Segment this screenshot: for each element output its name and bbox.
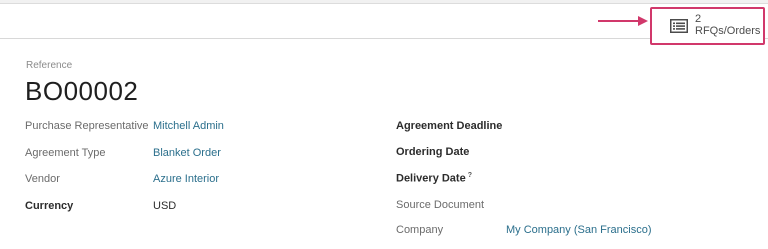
vendor-label: Vendor <box>25 173 60 185</box>
form-sheet: Reference BO00002 Purchase Representativ… <box>0 40 768 249</box>
currency-label: Currency <box>25 200 74 212</box>
company-label: Company <box>396 224 444 236</box>
purchase-representative-label: Purchase Representative <box>25 120 149 132</box>
agreement-type-label: Agreement Type <box>25 147 106 159</box>
list-icon <box>670 19 688 33</box>
reference-title: BO00002 <box>25 76 139 106</box>
agreement-deadline-field[interactable] <box>506 120 736 134</box>
delivery-date-label: Delivery Date? <box>396 172 472 185</box>
source-document-field[interactable] <box>506 199 736 213</box>
agreement-deadline-label: Agreement Deadline <box>396 120 503 132</box>
delivery-date-field[interactable] <box>506 172 736 186</box>
vendor-value[interactable]: Azure Interior <box>153 173 219 185</box>
source-document-label: Source Document <box>396 199 485 211</box>
smart-button-label: RFQs/Orders <box>695 25 761 37</box>
ordering-date-field[interactable] <box>506 146 736 160</box>
reference-label: Reference <box>26 60 73 71</box>
currency-value[interactable]: USD <box>153 200 176 212</box>
button-box: 2 RFQs/Orders <box>0 4 768 45</box>
ordering-date-label: Ordering Date <box>396 146 470 158</box>
purchase-representative-value[interactable]: Mitchell Admin <box>153 120 224 132</box>
agreement-type-value[interactable]: Blanket Order <box>153 147 221 159</box>
company-value[interactable]: My Company (San Francisco) <box>506 224 652 236</box>
annotation-arrow-icon <box>598 16 648 26</box>
help-tooltip-icon[interactable]: ? <box>468 172 472 179</box>
delivery-date-label-text: Delivery Date <box>396 172 466 185</box>
smart-button-count: 2 <box>695 13 702 25</box>
